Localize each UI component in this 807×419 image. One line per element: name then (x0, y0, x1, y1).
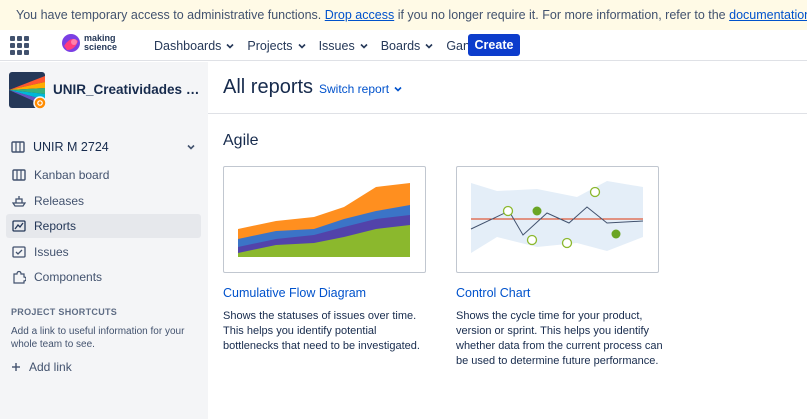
nav-projects-label: Projects (247, 38, 293, 53)
logo-line-2: science (84, 42, 118, 52)
report-link-control-chart[interactable]: Control Chart (456, 286, 530, 300)
sidebar-item-label: Reports (34, 219, 77, 233)
nav-issues-label: Issues (318, 38, 355, 53)
making-science-logo-icon (62, 34, 80, 52)
chevron-down-icon (425, 43, 433, 49)
ship-icon (12, 196, 26, 207)
nav-projects[interactable]: Projects (247, 38, 306, 53)
add-link-button[interactable]: Add link (11, 360, 72, 374)
board-icon (12, 169, 26, 181)
chevron-down-icon (226, 43, 234, 49)
sidebar-item-kanban-board[interactable]: Kanban board (6, 163, 201, 187)
sidebar-item-label: Issues (34, 245, 69, 259)
sidebar-item-reports[interactable]: Reports (6, 214, 201, 238)
switch-report-dropdown[interactable]: Switch report (319, 82, 402, 96)
cumulative-flow-thumbnail[interactable] (223, 166, 426, 273)
report-description-cumulative-flow: Shows the statuses of issues over time. … (223, 310, 420, 352)
cumulative-flow-illustration (238, 183, 410, 257)
sidebar-item-releases[interactable]: Releases (6, 189, 201, 213)
create-button[interactable]: Create (468, 34, 520, 56)
report-link-cumulative-flow[interactable]: Cumulative Flow Diagram (223, 286, 366, 300)
chart-icon (12, 220, 26, 232)
sidebar-item-label: Kanban board (34, 168, 110, 182)
banner-text-start: You have temporary access to administrat… (16, 8, 322, 22)
issues-icon (12, 246, 26, 258)
banner-text-middle: if you no longer require it. For more in… (397, 8, 726, 22)
project-shortcuts-description: Add a link to useful information for you… (11, 326, 185, 350)
project-name[interactable]: UNIR_Creatividades D... (53, 82, 201, 97)
control-chart-illustration (470, 181, 644, 253)
site-logo[interactable]: making science (61, 33, 124, 53)
nav-boards-label: Boards (380, 38, 421, 53)
board-selector-label: UNIR M 2724 (33, 140, 109, 154)
puzzle-icon (13, 270, 26, 284)
documentation-link[interactable]: documentation (729, 8, 807, 22)
admin-access-banner: You have temporary access to administrat… (0, 0, 807, 30)
top-navigation: making science Dashboards Projects Issue… (0, 30, 807, 61)
report-description-control-chart: Shows the cycle time for your product, v… (456, 310, 663, 367)
chevron-down-icon (360, 43, 368, 49)
sidebar-item-label: Components (34, 270, 103, 284)
sidebar-item-label: Releases (34, 194, 85, 208)
chevron-down-icon (297, 43, 306, 49)
chevron-down-icon (394, 86, 402, 92)
plus-icon (12, 363, 20, 371)
nav-boards[interactable]: Boards (381, 39, 434, 53)
page-title: All reports (223, 76, 314, 98)
board-icon (11, 141, 25, 153)
section-heading-agile: Agile (223, 132, 259, 149)
sidebar-item-issues[interactable]: Issues (6, 240, 201, 264)
project-sidebar: UNIR_Creatividades D... UNIR M 2724 Kanb… (0, 62, 208, 419)
board-selector[interactable]: UNIR M 2724 (11, 137, 198, 157)
main-menu: Dashboards Projects Issues Boards Gantt (154, 30, 490, 61)
nav-dashboards[interactable]: Dashboards (154, 39, 234, 53)
add-link-label: Add link (29, 360, 72, 374)
drop-access-link[interactable]: Drop access (325, 8, 394, 22)
sidebar-item-components[interactable]: Components (6, 265, 201, 289)
project-avatar[interactable] (9, 72, 46, 109)
nav-dashboards-label: Dashboards (154, 38, 222, 53)
header-divider (208, 113, 807, 114)
app-switcher-icon[interactable] (10, 36, 29, 55)
logo-text: making science (84, 34, 124, 52)
chevron-down-icon (187, 144, 195, 150)
switch-report-label: Switch report (319, 82, 390, 96)
control-chart-thumbnail[interactable] (456, 166, 659, 273)
nav-issues[interactable]: Issues (319, 39, 368, 53)
project-shortcuts-heading: PROJECT SHORTCUTS (11, 307, 118, 317)
